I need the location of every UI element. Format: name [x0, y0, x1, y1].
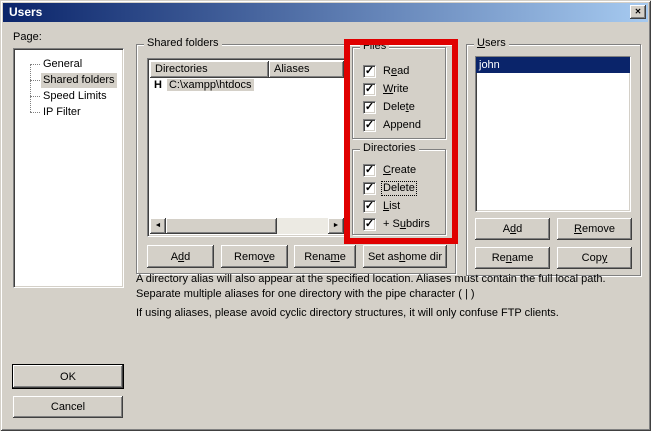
checkbox-checked-icon[interactable]: ✓: [363, 83, 376, 96]
users-listbox[interactable]: john: [475, 56, 631, 212]
shared-add-button[interactable]: Add: [147, 245, 214, 268]
list-checkbox-label[interactable]: List: [382, 200, 401, 213]
users-group: Users john Add Remove Rename Copy: [466, 44, 641, 276]
tree-line: [30, 64, 31, 112]
alias-note: A directory alias will also appear at th…: [136, 272, 640, 302]
create-checkbox-label[interactable]: Create: [382, 164, 417, 177]
write-checkbox-label[interactable]: Write: [382, 83, 410, 96]
subdirs-checkbox-label[interactable]: + Subdirs: [382, 218, 431, 231]
checkbox-checked-icon[interactable]: ✓: [363, 164, 376, 177]
append-checkbox-label[interactable]: Append: [382, 119, 422, 132]
set-as-home-dir-button[interactable]: Set as home dir: [363, 245, 447, 268]
checkbox-checked-icon[interactable]: ✓: [363, 182, 376, 195]
dir-delete-checkbox-row[interactable]: ✓ Delete: [363, 181, 416, 195]
listview-header: Directories Aliases: [150, 61, 344, 78]
directories-group-label: Directories: [360, 142, 419, 155]
files-group: Files ✓ Read ✓ Write ✓ Delete ✓ Append: [352, 47, 446, 139]
files-group-label: Files: [360, 40, 389, 53]
ok-button[interactable]: OK: [13, 365, 123, 388]
tree-connector: [30, 64, 40, 65]
horizontal-scrollbar[interactable]: ◄ ►: [150, 218, 344, 234]
column-header-aliases[interactable]: Aliases: [269, 61, 344, 78]
user-add-button[interactable]: Add: [475, 218, 550, 240]
list-checkbox-row[interactable]: ✓ List: [363, 199, 401, 213]
users-group-label: Users: [474, 37, 509, 50]
cyclic-note: If using aliases, please avoid cyclic di…: [136, 306, 640, 321]
checkbox-checked-icon[interactable]: ✓: [363, 218, 376, 231]
directories-listview: Directories Aliases H C:\xampp\htdocs ◄ ►: [147, 58, 347, 237]
tree-connector: [30, 80, 40, 81]
titlebar: Users ✕: [3, 3, 648, 22]
checkbox-checked-icon[interactable]: ✓: [363, 119, 376, 132]
user-copy-button[interactable]: Copy: [557, 247, 632, 269]
users-dialog: Users ✕ Page: General Shared folders Spe…: [0, 0, 651, 431]
scrollbar-thumb[interactable]: [166, 218, 277, 234]
home-marker: H: [154, 79, 162, 91]
tree-item-ip-filter[interactable]: IP Filter: [41, 105, 83, 120]
directory-path: C:\xampp\htdocs: [167, 79, 254, 91]
read-checkbox-row[interactable]: ✓ Read: [363, 64, 410, 78]
write-checkbox-row[interactable]: ✓ Write: [363, 82, 410, 96]
file-delete-checkbox-label[interactable]: Delete: [382, 101, 416, 114]
subdirs-checkbox-row[interactable]: ✓ + Subdirs: [363, 217, 431, 231]
read-checkbox-label[interactable]: Read: [382, 65, 410, 78]
close-icon[interactable]: ✕: [630, 5, 646, 19]
page-tree: General Shared folders Speed Limits IP F…: [13, 48, 124, 288]
directory-row[interactable]: H C:\xampp\htdocs: [150, 78, 344, 93]
shared-folders-group-label: Shared folders: [144, 37, 222, 50]
create-checkbox-row[interactable]: ✓ Create: [363, 163, 417, 177]
page-label: Page:: [13, 31, 42, 43]
checkbox-checked-icon[interactable]: ✓: [363, 65, 376, 78]
append-checkbox-row[interactable]: ✓ Append: [363, 118, 422, 132]
shared-rename-button[interactable]: Rename: [294, 245, 356, 268]
shared-remove-button[interactable]: Remove: [221, 245, 288, 268]
directories-group: Directories ✓ Create ✓ Delete ✓ List ✓ +…: [352, 149, 446, 235]
user-remove-button[interactable]: Remove: [557, 218, 632, 240]
notes-text: A directory alias will also appear at th…: [136, 272, 640, 321]
cancel-button[interactable]: Cancel: [13, 396, 123, 418]
file-delete-checkbox-row[interactable]: ✓ Delete: [363, 100, 416, 114]
user-list-item[interactable]: john: [476, 57, 630, 73]
dir-delete-checkbox-label[interactable]: Delete: [382, 182, 416, 195]
tree-item-general[interactable]: General: [41, 57, 84, 72]
tree-item-speed-limits[interactable]: Speed Limits: [41, 89, 109, 104]
window-title: Users: [9, 5, 42, 19]
scroll-left-icon[interactable]: ◄: [150, 218, 166, 234]
user-rename-button[interactable]: Rename: [475, 247, 550, 269]
tree-connector: [30, 96, 40, 97]
checkbox-checked-icon[interactable]: ✓: [363, 200, 376, 213]
tree-connector: [30, 112, 40, 113]
tree-item-shared-folders[interactable]: Shared folders: [41, 73, 117, 88]
scroll-right-icon[interactable]: ►: [328, 218, 344, 234]
column-header-directories[interactable]: Directories: [150, 61, 269, 78]
checkbox-checked-icon[interactable]: ✓: [363, 101, 376, 114]
